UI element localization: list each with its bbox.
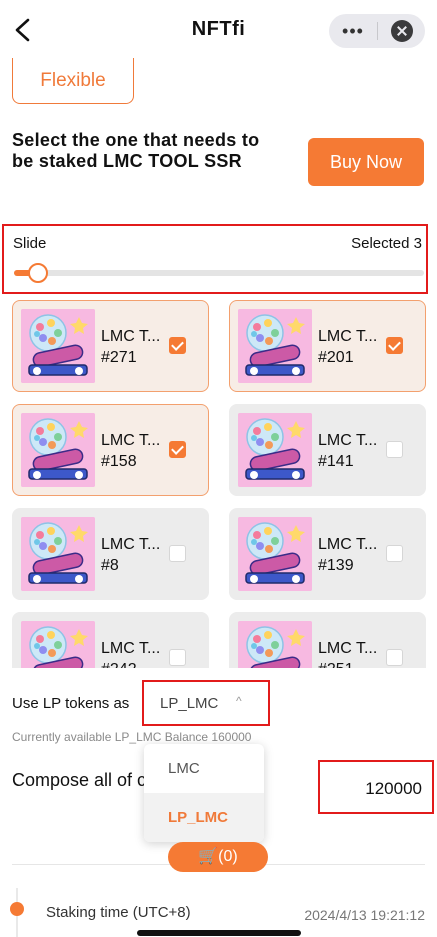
amount-field[interactable]: 120000: [318, 760, 434, 814]
nft-id: #158: [101, 453, 137, 470]
nft-name: LMC T...: [318, 328, 378, 345]
nft-thumbnail: [238, 621, 312, 668]
nft-name: LMC T...: [101, 328, 161, 345]
cart-button[interactable]: 🛒(0): [168, 842, 268, 872]
nft-name: LMC T...: [318, 536, 378, 553]
nft-id: #201: [318, 349, 354, 366]
nft-name: LMC T...: [318, 432, 378, 449]
nft-thumbnail: [21, 309, 95, 383]
nft-card[interactable]: LMC T... #251: [229, 612, 426, 668]
timeline-dot: [10, 902, 24, 916]
nft-checkbox[interactable]: [169, 441, 186, 458]
nft-checkbox[interactable]: [169, 337, 186, 354]
nft-id: #139: [318, 557, 354, 574]
nft-card[interactable]: LMC T... #271: [12, 300, 209, 392]
close-icon: [390, 20, 413, 42]
more-icon[interactable]: •••: [329, 14, 377, 48]
staking-time-label: Staking time (UTC+8): [46, 904, 191, 921]
nft-id: #251: [318, 661, 354, 668]
lp-select-value: LP_LMC: [160, 695, 219, 712]
dropdown-option-lmc[interactable]: LMC: [144, 744, 264, 793]
lp-token-select[interactable]: LP_LMC ^: [142, 680, 270, 726]
nft-thumbnail: [21, 413, 95, 487]
nft-checkbox[interactable]: [386, 545, 403, 562]
slide-track[interactable]: [14, 263, 424, 283]
lp-label: Use LP tokens as: [12, 695, 130, 712]
home-indicator: [137, 930, 301, 936]
nft-card[interactable]: LMC T... #242: [12, 612, 209, 668]
nft-thumbnail: [238, 413, 312, 487]
nft-name: LMC T...: [101, 536, 161, 553]
nft-checkbox[interactable]: [169, 649, 186, 666]
nft-card[interactable]: LMC T... #139: [229, 508, 426, 600]
nft-checkbox[interactable]: [386, 441, 403, 458]
nft-id: #141: [318, 453, 354, 470]
slide-section: Slide Selected 3: [2, 224, 428, 294]
nft-name: LMC T...: [101, 640, 161, 657]
nft-card[interactable]: LMC T... #201: [229, 300, 426, 392]
nft-card[interactable]: LMC T... #158: [12, 404, 209, 496]
nft-thumbnail: [21, 621, 95, 668]
buy-now-button[interactable]: Buy Now: [308, 138, 424, 186]
nft-checkbox[interactable]: [169, 545, 186, 562]
amount-value: 120000: [365, 779, 422, 798]
nav-bar: NFTfi •••: [0, 0, 437, 60]
nft-id: #271: [101, 349, 137, 366]
tab-flexible[interactable]: Flexible: [12, 58, 134, 104]
nft-grid: LMC T... #271 LMC T... #201 LMC T... #158 LMC …: [0, 296, 437, 668]
cart-count: (0): [218, 848, 238, 865]
select-instruction: Select the one that needs to be staked L…: [12, 130, 260, 171]
slide-label: Slide: [13, 235, 47, 252]
nft-thumbnail: [238, 517, 312, 591]
nft-card[interactable]: LMC T... #141: [229, 404, 426, 496]
chevron-up-icon: ^: [236, 694, 242, 708]
lp-dropdown: LMC LP_LMC: [144, 744, 264, 842]
nft-checkbox[interactable]: [386, 649, 403, 666]
nft-checkbox[interactable]: [386, 337, 403, 354]
nft-id: #8: [101, 557, 119, 574]
slide-thumb[interactable]: [28, 263, 48, 283]
dropdown-option-lp-lmc[interactable]: LP_LMC: [144, 793, 264, 842]
nft-name: LMC T...: [318, 640, 378, 657]
nft-card[interactable]: LMC T... #8: [12, 508, 209, 600]
nft-name: LMC T...: [101, 432, 161, 449]
cart-icon: 🛒: [198, 848, 219, 865]
nft-id: #242: [101, 661, 137, 668]
nft-thumbnail: [238, 309, 312, 383]
available-balance: Currently available LP_LMC Balance 16000…: [12, 730, 252, 744]
nft-thumbnail: [21, 517, 95, 591]
selected-count: Selected 3: [351, 235, 422, 252]
staking-time-value: 2024/4/13 19:21:12: [304, 907, 425, 923]
close-button[interactable]: [378, 20, 425, 42]
mini-program-capsule: •••: [329, 14, 425, 48]
